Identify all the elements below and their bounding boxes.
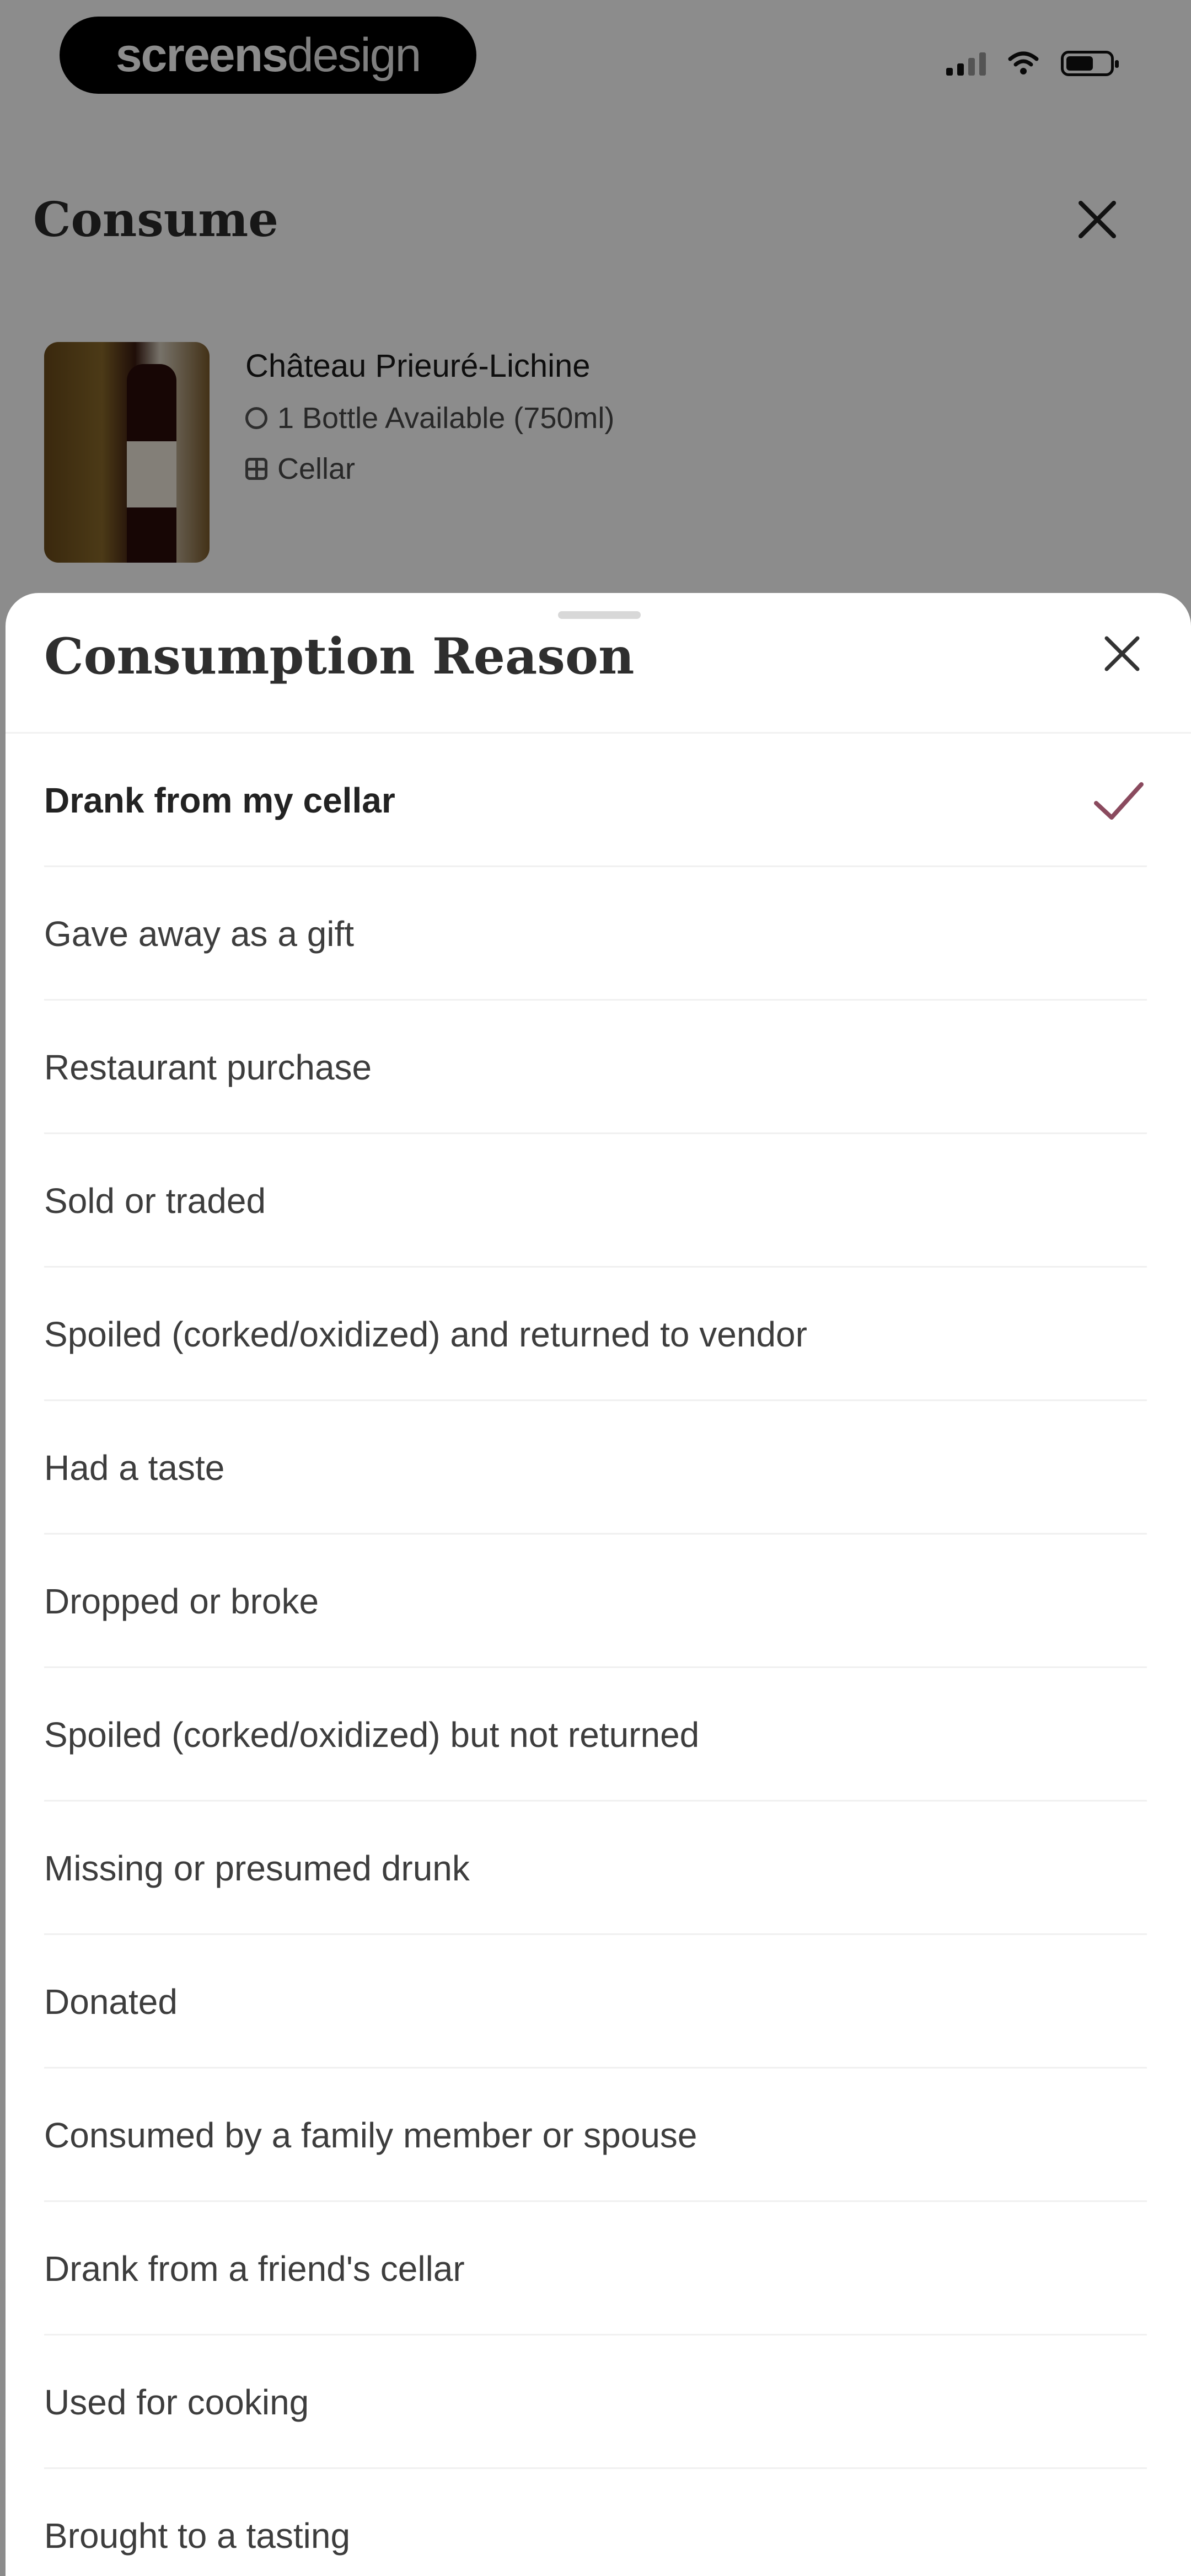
reason-option-label: Gave away as a gift	[44, 914, 355, 954]
reason-option-label: Drank from a friend's cellar	[44, 2249, 465, 2289]
reason-option-label: Restaurant purchase	[44, 1047, 372, 1087]
reason-option[interactable]: Missing or presumed drunk	[6, 1802, 1191, 1935]
reason-option[interactable]: Sold or traded	[6, 1134, 1191, 1268]
reason-option-label: Dropped or broke	[44, 1581, 319, 1621]
reason-option[interactable]: Restaurant purchase	[6, 1001, 1191, 1134]
sheet-header: Consumption Reason	[6, 593, 1191, 734]
reason-options-list: Drank from my cellar Gave away as a gift R…	[6, 734, 1191, 2576]
reason-option[interactable]: Donated	[6, 1935, 1191, 2069]
reason-option[interactable]: Dropped or broke	[6, 1535, 1191, 1668]
reason-option-label: Used for cooking	[44, 2382, 309, 2422]
reason-option[interactable]: Drank from my cellar	[6, 734, 1191, 867]
reason-option[interactable]: Drank from a friend's cellar	[6, 2202, 1191, 2335]
reason-option[interactable]: Consumed by a family member or spouse	[6, 2069, 1191, 2202]
checkmark-icon	[1094, 782, 1144, 820]
sheet-title: Consumption Reason	[44, 627, 635, 686]
reason-option-label: Consumed by a family member or spouse	[44, 2115, 698, 2155]
reason-option[interactable]: Brought to a tasting	[6, 2469, 1191, 2576]
reason-option-label: Donated	[44, 1982, 178, 2022]
reason-option[interactable]: Had a taste	[6, 1401, 1191, 1535]
reason-option[interactable]: Gave away as a gift	[6, 867, 1191, 1001]
reason-option-label: Drank from my cellar	[44, 781, 395, 820]
reason-option[interactable]: Used for cooking	[6, 2335, 1191, 2469]
reason-option-label: Had a taste	[44, 1448, 225, 1488]
reason-option-label: Sold or traded	[44, 1181, 266, 1221]
reason-option[interactable]: Spoiled (corked/oxidized) and returned t…	[6, 1268, 1191, 1401]
reason-option-label: Missing or presumed drunk	[44, 1848, 470, 1888]
reason-option[interactable]: Spoiled (corked/oxidized) but not return…	[6, 1668, 1191, 1802]
reason-option-label: Brought to a tasting	[44, 2516, 351, 2556]
consumption-reason-sheet: Consumption Reason Drank from my cellar G…	[6, 593, 1191, 2576]
close-icon[interactable]	[1095, 626, 1150, 681]
reason-option-label: Spoiled (corked/oxidized) and returned t…	[44, 1314, 807, 1354]
reason-option-label: Spoiled (corked/oxidized) but not return…	[44, 1715, 700, 1755]
